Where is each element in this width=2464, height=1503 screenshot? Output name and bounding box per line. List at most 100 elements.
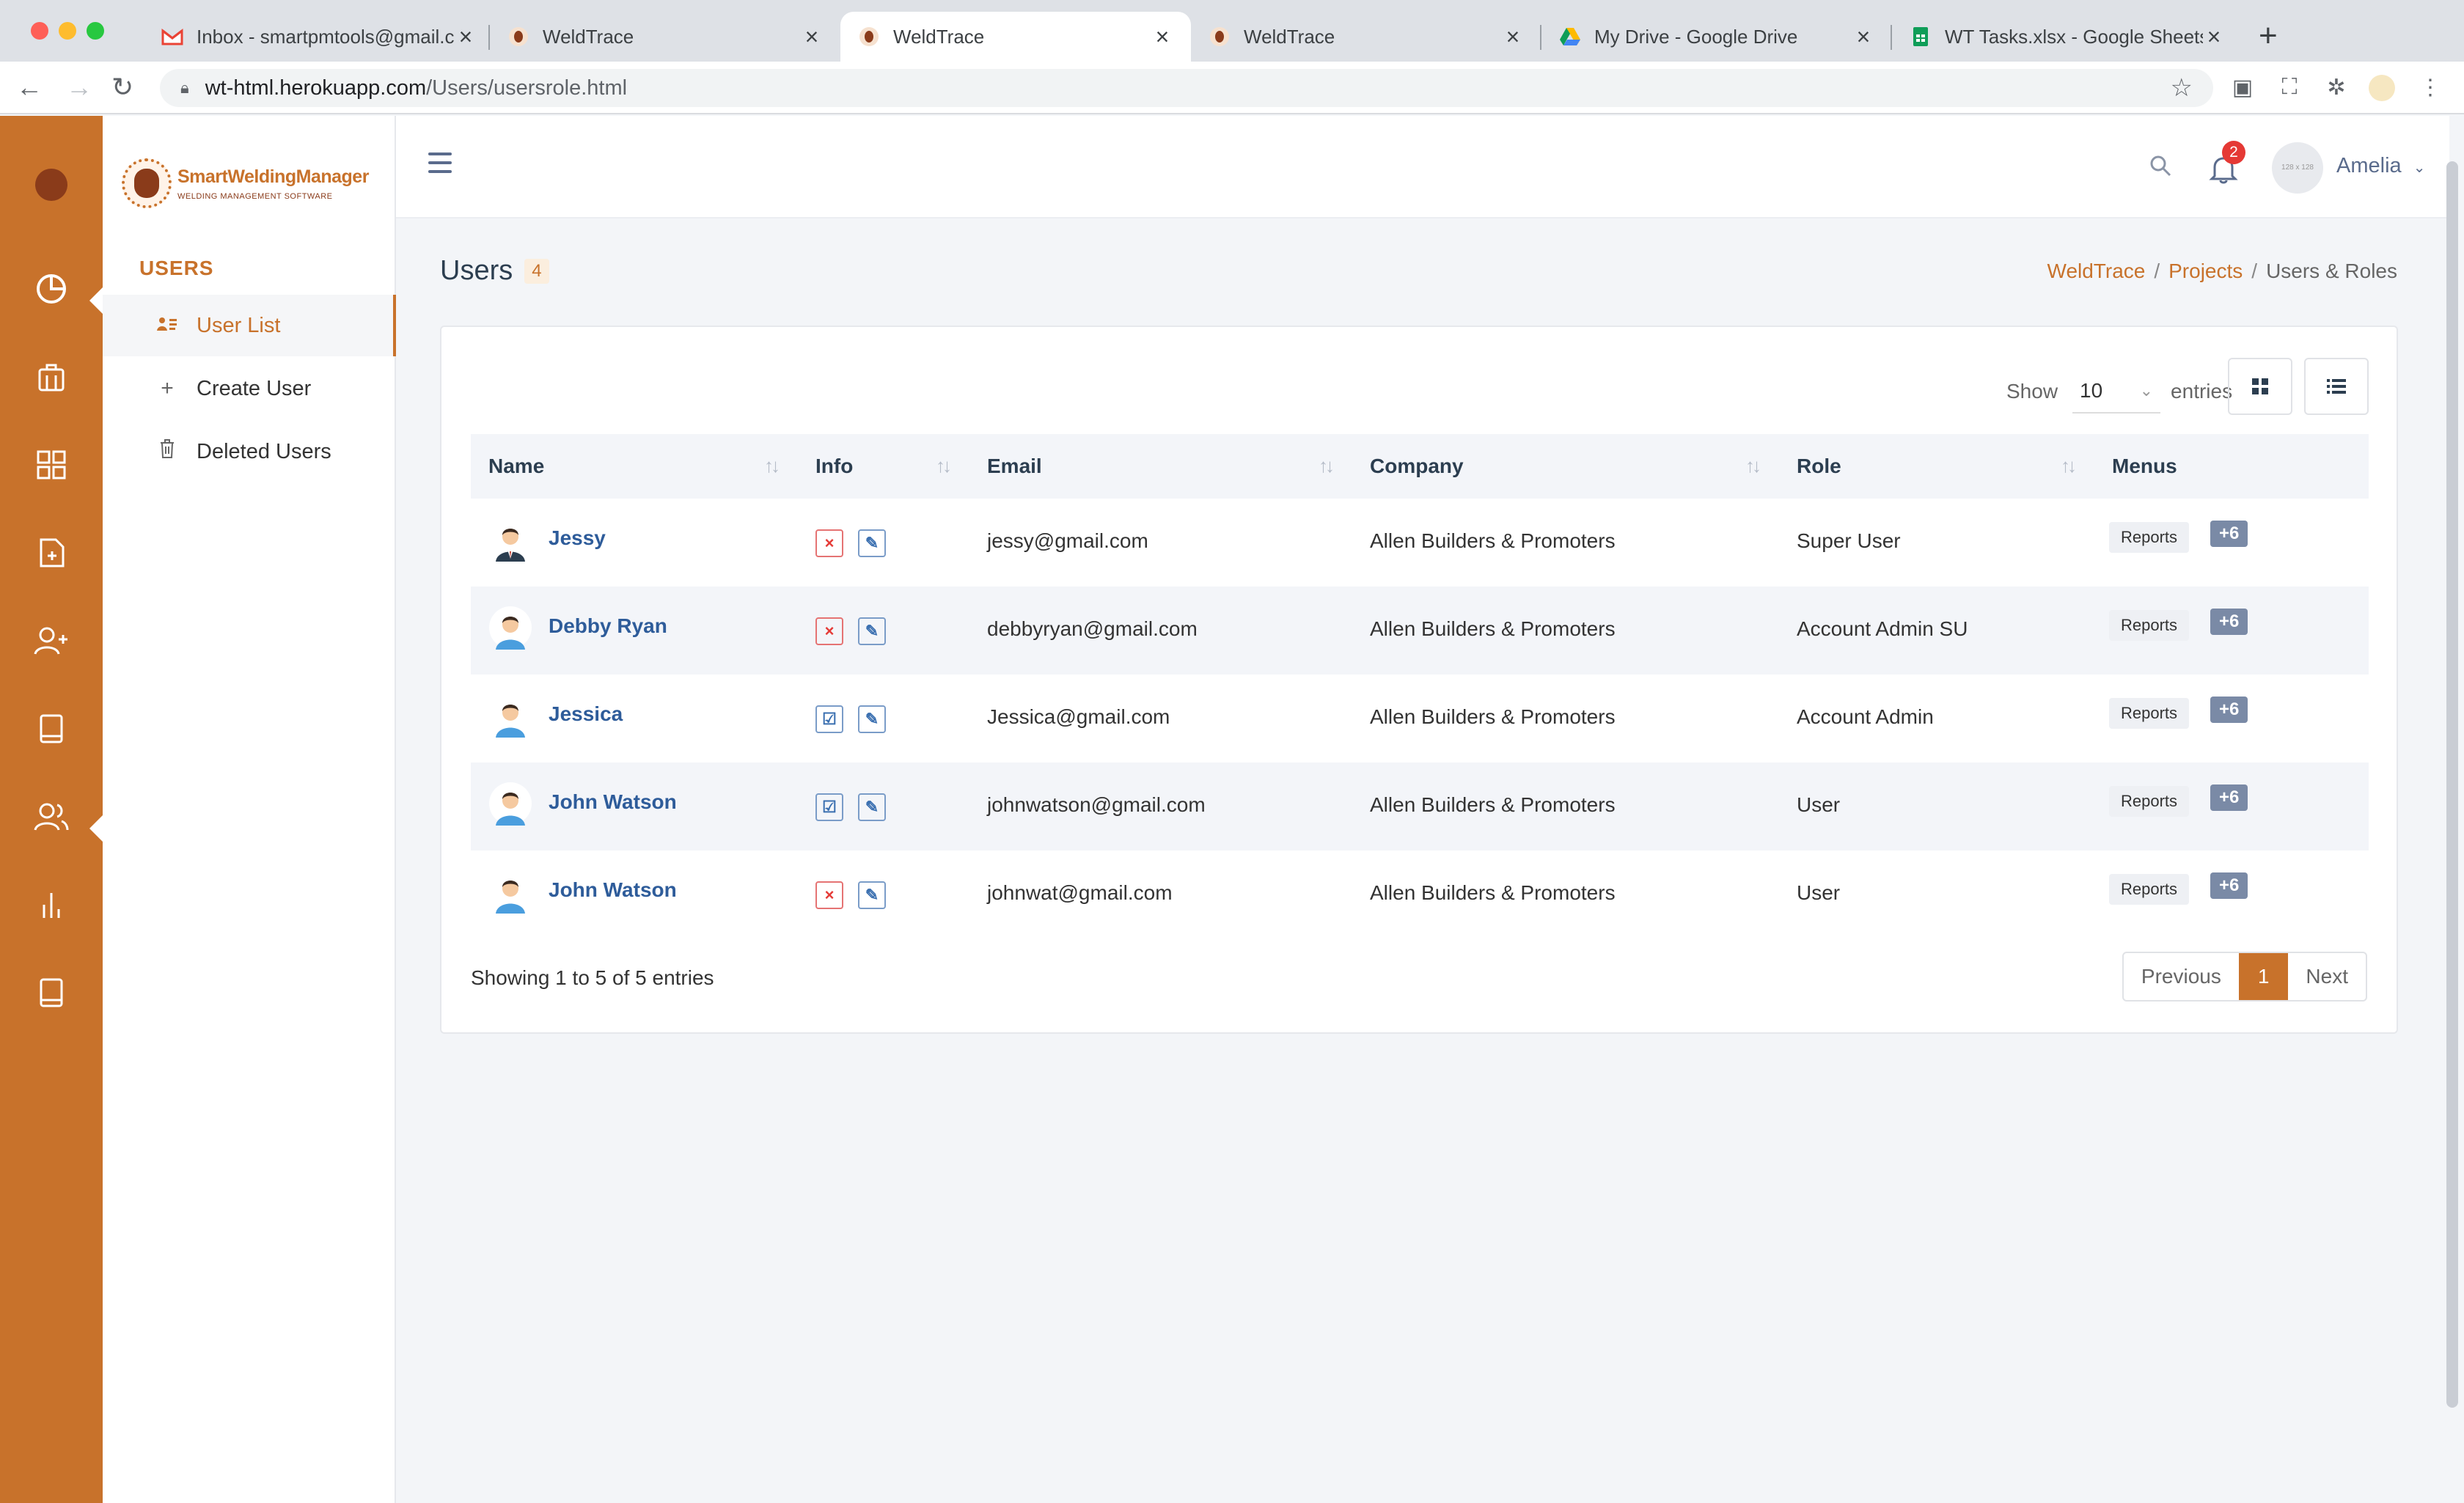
table-row: Jessy × ✎ jessy@gmail.com Allen Builders… [471, 499, 2369, 587]
sidebar-item-user-list[interactable]: User List [103, 295, 396, 356]
browser-tab[interactable]: WT Tasks.xlsx - Google Sheets × [1892, 12, 2243, 62]
browser-menu-icon[interactable]: ⋮ [2417, 75, 2443, 101]
bar-chart-icon[interactable] [32, 886, 70, 924]
close-window-button[interactable] [31, 22, 48, 40]
edit-icon[interactable]: ✎ [858, 793, 886, 821]
building-icon[interactable] [32, 358, 70, 396]
role-cell: Account Admin SU [1797, 617, 1968, 640]
tab-title: Inbox - smartpmtools@gmail.c [197, 25, 455, 48]
sort-icon[interactable]: ↑↓ [2061, 455, 2077, 477]
inactive-status-icon[interactable]: × [815, 881, 843, 909]
sort-icon[interactable]: ↑↓ [764, 455, 780, 477]
reload-button[interactable]: ↻ [111, 72, 133, 103]
brand-logo[interactable]: SmartWeldingManager WELDING MANAGEMENT S… [122, 158, 369, 208]
table-row: Jessica ☑ ✎ Jessica@gmail.com Allen Buil… [471, 675, 2369, 762]
inactive-status-icon[interactable]: × [815, 617, 843, 645]
puzzle-extensions-icon[interactable]: ✲ [2323, 75, 2350, 101]
user-plus-icon[interactable] [32, 622, 70, 660]
forward-button[interactable]: → [66, 72, 92, 103]
minimize-window-button[interactable] [59, 22, 76, 40]
maximize-window-button[interactable] [87, 22, 104, 40]
sidebar-item-label: User List [197, 313, 281, 337]
active-status-checkbox-icon[interactable]: ☑ [815, 705, 843, 733]
column-header-company[interactable]: Company [1370, 455, 1464, 478]
trash-icon [154, 438, 180, 465]
app-logo-icon[interactable] [35, 169, 67, 201]
address-bar[interactable]: 🔒︎ wt-html.herokuapp.com/Users/usersrole… [160, 69, 2213, 107]
screenshot-extension-icon[interactable]: ⛶ [2276, 75, 2303, 101]
sort-icon[interactable]: ↑↓ [1745, 455, 1761, 477]
more-menus-badge[interactable]: +6 [2210, 872, 2248, 899]
edit-icon[interactable]: ✎ [858, 881, 886, 909]
column-header-name[interactable]: Name [488, 455, 544, 478]
edit-icon[interactable]: ✎ [858, 529, 886, 557]
search-icon[interactable] [2149, 154, 2172, 181]
column-header-email[interactable]: Email [987, 455, 1042, 478]
entries-select-value: 10 [2080, 379, 2103, 402]
pie-chart-icon[interactable] [32, 270, 70, 308]
hamburger-menu-icon[interactable] [428, 152, 452, 179]
next-page-button[interactable]: Next [2288, 953, 2366, 1000]
close-tab-icon[interactable]: × [1151, 23, 1173, 51]
more-menus-badge[interactable]: +6 [2210, 609, 2248, 635]
column-header-role[interactable]: Role [1797, 455, 1841, 478]
grid-view-button[interactable] [2228, 358, 2292, 415]
grid-view-icon [2252, 378, 2268, 394]
close-tab-icon[interactable]: × [801, 23, 823, 51]
column-header-info[interactable]: Info [815, 455, 853, 478]
tab-title: WeldTrace [1244, 25, 1335, 48]
close-tab-icon[interactable]: × [2203, 23, 2225, 51]
extension-icon[interactable]: ▣ [2229, 75, 2256, 101]
user-menu[interactable]: Amelia ⌄ [2336, 154, 2425, 178]
users-icon[interactable] [32, 798, 70, 836]
notifications-button[interactable]: 2 [2207, 141, 2245, 188]
chevron-down-icon: ⌄ [2139, 381, 2154, 400]
page-scrollbar[interactable] [2446, 161, 2458, 1408]
close-tab-icon[interactable]: × [1502, 23, 1524, 51]
edit-icon[interactable]: ✎ [858, 705, 886, 733]
list-view-button[interactable] [2304, 358, 2369, 415]
previous-page-button[interactable]: Previous [2124, 953, 2239, 1000]
more-menus-badge[interactable]: +6 [2210, 697, 2248, 723]
user-name-link[interactable]: Debby Ryan [549, 614, 667, 638]
book-icon[interactable] [32, 974, 70, 1012]
user-name-link[interactable]: John Watson [549, 878, 677, 902]
browser-tab-active[interactable]: WeldTrace × [840, 12, 1191, 62]
user-name-link[interactable]: John Watson [549, 790, 677, 814]
breadcrumb-link[interactable]: Projects [2168, 260, 2243, 282]
user-name-link[interactable]: Jessica [549, 702, 623, 726]
back-button[interactable]: ← [16, 72, 43, 103]
browser-tab[interactable]: WeldTrace × [1191, 12, 1541, 62]
edit-icon[interactable]: ✎ [858, 617, 886, 645]
entries-length-control: Show 10 ⌄ entries [2006, 370, 2232, 414]
avatar[interactable]: 128 x 128 [2272, 142, 2323, 194]
page-1-button[interactable]: 1 [2238, 953, 2289, 1000]
menu-tag: Reports [2109, 610, 2190, 641]
sidebar-section-title: USERS [139, 257, 214, 279]
browser-tab[interactable]: WeldTrace × [490, 12, 840, 62]
sort-icon[interactable]: ↑↓ [936, 455, 952, 477]
sort-icon[interactable]: ↑↓ [1319, 455, 1335, 477]
email-cell: jessy@gmail.com [987, 529, 1148, 552]
file-plus-icon[interactable] [32, 534, 70, 572]
entries-select[interactable]: 10 ⌄ [2072, 370, 2161, 414]
new-tab-button[interactable]: + [2259, 18, 2278, 54]
close-tab-icon[interactable]: × [1852, 23, 1874, 51]
sidebar-item-create-user[interactable]: + Create User [103, 358, 396, 419]
tab-title: WT Tasks.xlsx - Google Sheets [1945, 25, 2203, 48]
book-icon[interactable] [32, 710, 70, 748]
grid-icon[interactable] [32, 446, 70, 484]
browser-tab[interactable]: My Drive - Google Drive × [1541, 12, 1892, 62]
user-name-link[interactable]: Jessy [549, 526, 606, 550]
browser-tab[interactable]: Inbox - smartpmtools@gmail.c × [144, 12, 494, 62]
notification-count-badge: 2 [2222, 141, 2245, 164]
more-menus-badge[interactable]: +6 [2210, 784, 2248, 811]
more-menus-badge[interactable]: +6 [2210, 521, 2248, 547]
active-status-checkbox-icon[interactable]: ☑ [815, 793, 843, 821]
sidebar-item-deleted-users[interactable]: Deleted Users [103, 421, 396, 482]
close-tab-icon[interactable]: × [455, 23, 477, 51]
profile-avatar-icon[interactable] [2369, 75, 2395, 101]
inactive-status-icon[interactable]: × [815, 529, 843, 557]
bookmark-star-icon[interactable]: ☆ [2171, 73, 2193, 103]
breadcrumb-link[interactable]: WeldTrace [2047, 260, 2146, 282]
